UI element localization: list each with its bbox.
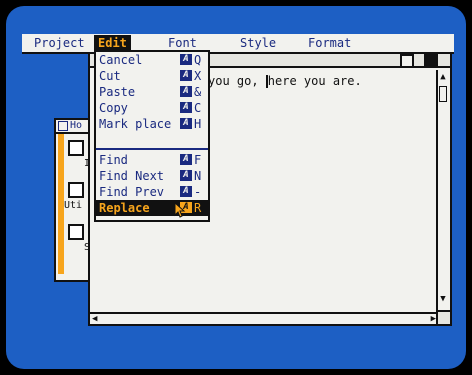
vertical-scrollbar[interactable]: ▲ ▼ (436, 70, 448, 318)
menu-format[interactable]: Format (304, 35, 355, 51)
menu-item-label: Copy (99, 101, 128, 115)
drawer-title: Ho (70, 120, 83, 131)
amiga-key-icon: A (180, 170, 192, 181)
menu-shortcut-key: F (194, 153, 202, 167)
scroll-left-arrow-icon[interactable]: ◀ (92, 314, 97, 324)
menu-shortcut-key: C (194, 101, 202, 115)
menu-edit[interactable]: Edit (94, 35, 131, 51)
menu-item-replace[interactable]: Replace A R (96, 200, 208, 216)
menu-item-label: Mark place (99, 117, 172, 131)
menu-shortcut-key: R (194, 201, 202, 215)
menu-shortcut-key: N (194, 169, 202, 183)
amiga-key-icon: A (180, 54, 192, 65)
menu-font[interactable]: Font (164, 35, 201, 51)
desktop: Project Edit Font Style Format Ho I Uti … (6, 6, 466, 369)
menu-item-cancel[interactable]: Cancel A Q (96, 52, 208, 68)
horizontal-scrollbar[interactable]: ◀ ▶ (90, 312, 438, 324)
menu-shortcut-key: & (194, 85, 202, 99)
menu-item-label: Find Next (99, 169, 165, 183)
amiga-key-icon: A (180, 154, 192, 165)
menu-shortcut-key: H (194, 117, 202, 131)
menu-item-cut[interactable]: Cut A X (96, 68, 208, 84)
editor-text-before: you go, (208, 74, 266, 88)
menu-item-label: Find Prev (99, 185, 165, 199)
editor-text-area[interactable]: you go, here you are. (208, 74, 362, 88)
edit-menu-dropdown: Cancel A Q Cut A X Paste A & Copy A C Ma… (94, 50, 210, 222)
resize-gadget[interactable] (436, 310, 450, 324)
menu-style[interactable]: Style (236, 35, 280, 51)
menu-shortcut-key: - (194, 185, 202, 199)
menu-item-paste[interactable]: Paste A & (96, 84, 208, 100)
amiga-key-icon: A (180, 118, 192, 129)
depth-front-gadget[interactable] (424, 54, 438, 68)
amiga-key-icon: A (180, 186, 192, 197)
amiga-key-icon: A (180, 70, 192, 81)
menu-item-find-prev[interactable]: Find Prev A - (96, 184, 208, 200)
scroll-down-arrow-icon[interactable]: ▼ (438, 294, 448, 304)
menu-item-label: Cut (99, 69, 121, 83)
menu-project[interactable]: Project (30, 35, 89, 51)
menu-shortcut-key: X (194, 69, 202, 83)
drawer-icon[interactable] (68, 224, 84, 240)
menu-item-label: Cancel (99, 53, 143, 67)
drawer-icon[interactable] (68, 140, 84, 156)
vertical-scroll-knob[interactable] (439, 86, 447, 102)
mouse-pointer-icon (174, 202, 186, 218)
editor-text-after: here you are. (267, 74, 362, 88)
menu-item-label: Paste (99, 85, 136, 99)
drawer-close-gadget[interactable] (58, 121, 68, 131)
amiga-key-icon: A (180, 102, 192, 113)
menu-item-mark-place[interactable]: Mark place A H (96, 116, 208, 132)
menu-bar: Project Edit Font Style Format (22, 34, 454, 54)
scroll-up-arrow-icon[interactable]: ▲ (438, 72, 448, 82)
menu-shortcut-key: Q (194, 53, 202, 67)
menu-separator (96, 148, 208, 150)
menu-item-copy[interactable]: Copy A C (96, 100, 208, 116)
drawer-icon-label: Uti (64, 200, 83, 211)
menu-item-find-next[interactable]: Find Next A N (96, 168, 208, 184)
menu-item-find[interactable]: Find A F (96, 152, 208, 168)
drawer-icon[interactable] (68, 182, 84, 198)
depth-back-gadget[interactable] (400, 54, 414, 68)
menu-item-label: Replace (99, 201, 150, 215)
amiga-key-icon: A (180, 86, 192, 97)
menu-item-label: Find (99, 153, 128, 167)
